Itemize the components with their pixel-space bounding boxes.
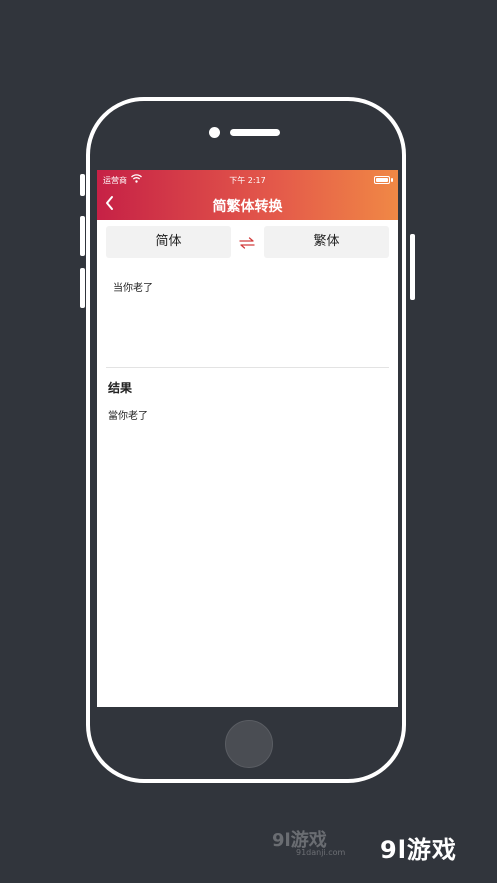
page-title: 简繁体转换 — [212, 199, 283, 215]
input-text: 当你老了 — [113, 283, 153, 294]
swap-arrows-icon[interactable] — [238, 235, 256, 251]
app-header: 运营商 下午 2:17 简繁体转换 — [97, 170, 398, 220]
divider — [106, 367, 389, 368]
battery-nub — [391, 178, 393, 182]
volume-down-button — [80, 268, 85, 308]
result-text: 當你老了 — [108, 411, 148, 422]
earpiece-speaker — [230, 129, 280, 136]
volume-up-button — [80, 216, 85, 256]
watermark-logo: 9l游戏 — [380, 836, 457, 864]
status-bar: 运营商 下午 2:17 — [97, 174, 398, 188]
status-time: 下午 2:17 — [229, 176, 266, 185]
source-language-button[interactable]: 简体 — [106, 226, 231, 258]
power-button — [410, 234, 415, 300]
language-selector: 简体 繁体 — [97, 226, 398, 260]
silent-switch — [80, 174, 85, 196]
app-screen: 运营商 下午 2:17 简繁体转换 简体 繁体 当你老了 结果 當你老了 — [97, 170, 398, 707]
front-camera — [209, 127, 220, 138]
target-language-button[interactable]: 繁体 — [264, 226, 389, 258]
input-textarea[interactable]: 当你老了 — [107, 273, 389, 358]
result-heading: 结果 — [108, 381, 133, 395]
home-button[interactable] — [225, 720, 273, 768]
watermark-faint-url: 91danji.com — [296, 848, 346, 857]
battery-icon — [374, 176, 390, 184]
